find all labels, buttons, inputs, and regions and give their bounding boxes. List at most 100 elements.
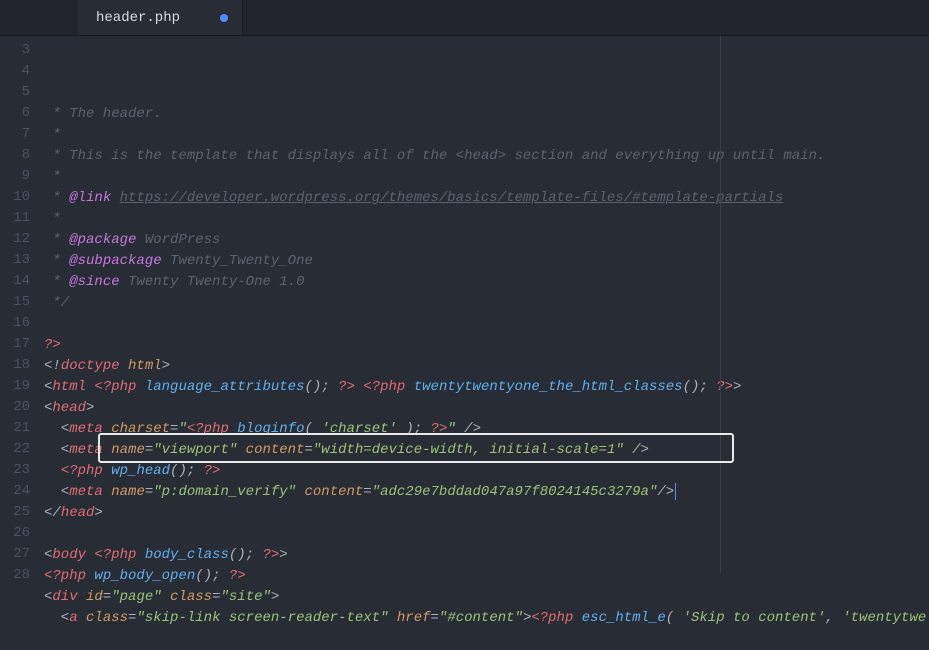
token: "viewport" xyxy=(153,442,237,458)
code-line[interactable]: * This is the template that displays all… xyxy=(44,146,929,167)
line-number: 20 xyxy=(0,397,44,418)
code-line[interactable]: * @package WordPress xyxy=(44,230,929,251)
token xyxy=(111,190,119,206)
tab-header-php[interactable]: header.php xyxy=(78,0,243,35)
token: @link xyxy=(69,190,111,206)
code-editor[interactable]: 3456789101112131415161718192021222324252… xyxy=(0,36,929,573)
token: content xyxy=(304,484,363,500)
code-line[interactable]: <a class="skip-link screen-reader-text" … xyxy=(44,608,929,629)
code-line[interactable]: <body <?php body_class(); ?>> xyxy=(44,545,929,566)
token: Twenty Twenty-One 1.0 xyxy=(120,274,305,290)
token: "p:domain_verify" xyxy=(153,484,296,500)
token: <?php xyxy=(94,547,144,563)
line-number: 19 xyxy=(0,376,44,397)
token: "skip-link screen-reader-text" xyxy=(136,610,388,626)
code-line[interactable]: <?php wp_body_open(); ?> xyxy=(44,566,929,587)
token: > xyxy=(271,589,279,605)
token: class xyxy=(86,610,128,626)
token: = xyxy=(145,442,153,458)
line-number: 14 xyxy=(0,271,44,292)
line-number: 8 xyxy=(0,145,44,166)
token: = xyxy=(103,589,111,605)
token: (); xyxy=(170,463,204,479)
line-number: 3 xyxy=(0,40,44,61)
code-line[interactable]: * xyxy=(44,167,929,188)
token: < xyxy=(44,421,69,437)
token: esc_html_e xyxy=(582,610,666,626)
token: 'charset' xyxy=(321,421,397,437)
token: doctype xyxy=(61,358,128,374)
token: href xyxy=(397,610,431,626)
code-line[interactable]: <meta name="viewport" content="width=dev… xyxy=(44,440,929,461)
code-line[interactable] xyxy=(44,314,929,335)
token: "page" xyxy=(111,589,161,605)
token: /> xyxy=(456,421,481,437)
token: ( xyxy=(666,610,683,626)
code-line[interactable]: */ xyxy=(44,293,929,314)
line-number: 6 xyxy=(0,103,44,124)
code-line[interactable]: <html <?php language_attributes(); ?> <?… xyxy=(44,377,929,398)
token: > xyxy=(94,505,102,521)
code-line[interactable] xyxy=(44,629,929,650)
code-line[interactable]: ?> xyxy=(44,335,929,356)
code-line[interactable]: <meta charset="<?php bloginfo( 'charset'… xyxy=(44,419,929,440)
token: < xyxy=(44,442,69,458)
token: (); xyxy=(195,568,229,584)
token: * xyxy=(44,169,61,185)
code-line[interactable]: * xyxy=(44,209,929,230)
token: /> xyxy=(657,484,674,500)
token: meta xyxy=(69,484,111,500)
token: "width=device-width, initial-scale=1" xyxy=(313,442,624,458)
token: ?> xyxy=(431,421,448,437)
token: = xyxy=(431,610,439,626)
line-number: 22 xyxy=(0,439,44,460)
token: name xyxy=(111,442,145,458)
code-line[interactable]: </head> xyxy=(44,503,929,524)
token: charset xyxy=(111,421,170,437)
token xyxy=(162,589,170,605)
token: "site" xyxy=(220,589,270,605)
token: bloginfo xyxy=(237,421,304,437)
token: @subpackage xyxy=(69,253,161,269)
token: ); xyxy=(397,421,431,437)
code-line[interactable]: * @link https://developer.wordpress.org/… xyxy=(44,188,929,209)
token: div xyxy=(52,589,86,605)
token: body_class xyxy=(145,547,229,563)
code-line[interactable]: * xyxy=(44,125,929,146)
code-line[interactable]: * @subpackage Twenty_Twenty_One xyxy=(44,251,929,272)
token: id xyxy=(86,589,103,605)
token: language_attributes xyxy=(145,379,305,395)
code-line[interactable]: <div id="page" class="site"> xyxy=(44,587,929,608)
token: wp_head xyxy=(111,463,170,479)
token: meta xyxy=(69,442,111,458)
code-line[interactable]: <!doctype html> xyxy=(44,356,929,377)
token xyxy=(389,610,397,626)
code-line[interactable]: <meta name="p:domain_verify" content="ad… xyxy=(44,482,929,503)
token: @package xyxy=(69,232,136,248)
token: 'twentytwe xyxy=(842,610,926,626)
line-number: 21 xyxy=(0,418,44,439)
token: */ xyxy=(44,295,69,311)
token: Twenty_Twenty_One xyxy=(162,253,313,269)
token: </ xyxy=(44,505,61,521)
code-line[interactable]: <?php wp_head(); ?> xyxy=(44,461,929,482)
code-area[interactable]: * The header. * * This is the template t… xyxy=(44,36,929,573)
token: "adc29e7bddad047a97f8024145c3279a" xyxy=(372,484,658,500)
code-line[interactable]: * The header. xyxy=(44,104,929,125)
code-line[interactable] xyxy=(44,524,929,545)
token: > xyxy=(162,358,170,374)
line-number: 28 xyxy=(0,565,44,586)
token: twentytwentyone_the_html_classes xyxy=(414,379,683,395)
line-number: 11 xyxy=(0,208,44,229)
text-caret xyxy=(675,483,676,500)
line-number: 15 xyxy=(0,292,44,313)
token: WordPress xyxy=(136,232,220,248)
token: <?php xyxy=(531,610,581,626)
token: meta xyxy=(69,421,111,437)
wrap-guide xyxy=(720,36,721,573)
code-line[interactable]: * @since Twenty Twenty-One 1.0 xyxy=(44,272,929,293)
code-line[interactable]: <head> xyxy=(44,398,929,419)
line-number: 9 xyxy=(0,166,44,187)
tab-filename: header.php xyxy=(96,10,180,26)
token: = xyxy=(363,484,371,500)
